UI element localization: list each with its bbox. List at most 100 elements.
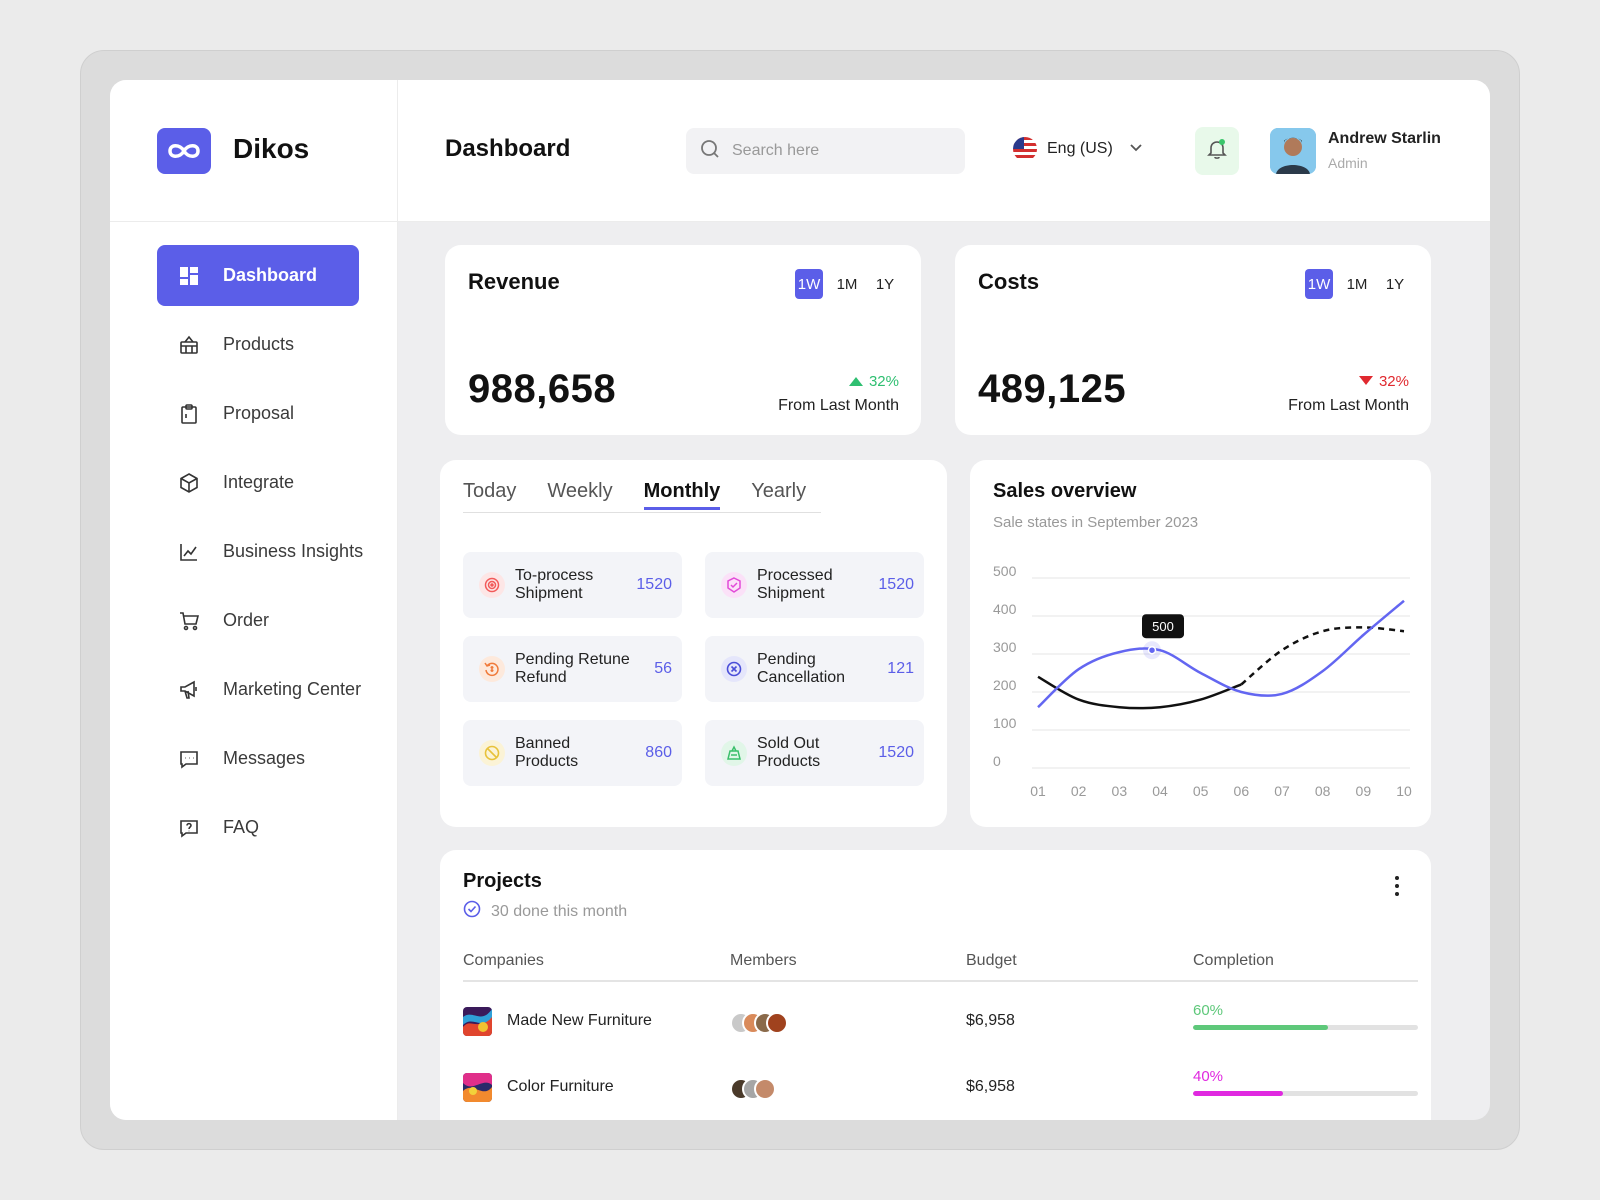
tile-label-line: Sold Out: [757, 735, 820, 752]
sidebar-item-integrate[interactable]: Integrate: [157, 452, 377, 513]
sidebar: Dikos Dashboard Products Proposal Integr…: [110, 80, 398, 1120]
tabs-divider: [463, 512, 821, 513]
range-1y-button[interactable]: 1Y: [1381, 269, 1409, 299]
series-line-black-dashed: [1240, 626, 1405, 686]
projects-subtitle: 30 done this month: [491, 902, 628, 920]
progress-fill: [1193, 1025, 1328, 1030]
table-row[interactable]: Made New Furniture $6,958 60%: [463, 1002, 1418, 1042]
tile-to-process-shipment[interactable]: To-process Shipment 1520: [463, 552, 682, 618]
app-window: Dikos Dashboard Products Proposal Integr…: [110, 80, 1490, 1120]
tile-banned-products[interactable]: Banned Products 860: [463, 720, 682, 786]
progress-bar: [1193, 1091, 1418, 1096]
costs-value: 489,125: [978, 367, 1127, 411]
sidebar-item-label: FAQ: [223, 817, 260, 837]
order-status-tiles: To-process Shipment 1520 Processed Shipmen…: [463, 552, 924, 786]
sidebar-item-dashboard[interactable]: Dashboard: [157, 245, 359, 306]
sales-overview-card: Sales overview Sale states in September …: [970, 460, 1431, 827]
tab-monthly[interactable]: Monthly: [643, 480, 721, 510]
sidebar-item-order[interactable]: Order: [157, 590, 377, 651]
x-tick-label: 06: [1234, 783, 1250, 799]
megaphone-icon: [177, 678, 201, 702]
column-header-companies[interactable]: Companies: [463, 952, 544, 970]
projects-card: Projects 30 done this month Companies Me…: [440, 850, 1431, 1120]
highlight-point: [1147, 645, 1157, 655]
y-tick-label: 100: [993, 715, 1017, 731]
tile-processed-shipment[interactable]: Processed Shipment 1520: [705, 552, 924, 618]
sidebar-item-proposal[interactable]: Proposal: [157, 383, 377, 444]
range-1w-button[interactable]: 1W: [1305, 269, 1333, 299]
clipboard-icon: [177, 402, 201, 426]
range-1y-button[interactable]: 1Y: [871, 269, 899, 299]
range-1w-button[interactable]: 1W: [795, 269, 823, 299]
completion-percent: 60%: [1193, 1002, 1224, 1019]
notification-button[interactable]: [1195, 127, 1239, 175]
member-avatars: [730, 1078, 776, 1100]
avatar[interactable]: [1270, 128, 1316, 174]
question-icon: [177, 816, 201, 840]
cancel-icon: [721, 656, 747, 682]
projects-summary: 30 done this month: [463, 900, 627, 923]
tile-label-line: Cancellation: [757, 669, 846, 686]
tile-label-line: Pending: [757, 651, 816, 668]
dashboard-icon: [177, 264, 201, 288]
cart-icon: [177, 609, 201, 633]
sidebar-item-label: Products: [223, 334, 295, 354]
tab-today[interactable]: Today: [463, 480, 516, 510]
costs-change: 32%: [1358, 373, 1409, 390]
revenue-value: 988,658: [468, 367, 617, 411]
sidebar-item-label: Integrate: [223, 472, 295, 492]
sidebar-item-marketing-center[interactable]: Marketing Center: [157, 659, 377, 720]
more-options-icon[interactable]: [1391, 874, 1403, 898]
bell-icon: [1206, 138, 1228, 165]
line-chart-icon: [177, 540, 201, 564]
company-name: Made New Furniture: [507, 1012, 652, 1029]
tile-value: 860: [645, 744, 672, 761]
costs-title: Costs: [978, 269, 1040, 294]
company-name: Color Furniture: [507, 1078, 614, 1095]
chevron-down-icon: [1129, 140, 1143, 159]
tile-label: Banned Products: [515, 735, 645, 771]
sidebar-item-business-insights[interactable]: Business Insights: [157, 521, 377, 582]
costs-range-selector: 1W 1M 1Y: [1305, 269, 1409, 299]
table-row[interactable]: Color Furniture $6,958 40%: [463, 1068, 1418, 1108]
tile-label: Processed Shipment: [757, 567, 878, 603]
refund-icon: [479, 656, 505, 682]
tile-pending-cancellation[interactable]: Pending Cancellation 121: [705, 636, 924, 702]
column-header-completion[interactable]: Completion: [1193, 952, 1274, 970]
sidebar-item-messages[interactable]: Messages: [157, 728, 377, 789]
infinity-logo-icon[interactable]: [157, 128, 211, 174]
member-avatars: [730, 1012, 788, 1034]
sidebar-item-faq[interactable]: FAQ: [157, 797, 377, 858]
tile-label-line: To-process: [515, 567, 594, 584]
language-label: Eng (US): [1047, 140, 1113, 157]
x-tick-label: 02: [1071, 783, 1087, 799]
tile-value: 56: [654, 660, 672, 677]
sidebar-nav: Dashboard Products Proposal Integrate Bu…: [157, 245, 377, 866]
x-tick-label: 03: [1112, 783, 1128, 799]
tile-pending-refund[interactable]: Pending Retune Refund 56: [463, 636, 682, 702]
tile-label-line: Refund: [515, 669, 567, 686]
tab-weekly[interactable]: Weekly: [547, 480, 612, 510]
language-selector[interactable]: Eng (US): [1013, 137, 1143, 161]
budget-value: $6,958: [966, 1078, 1015, 1095]
y-tick-label: 400: [993, 601, 1017, 617]
user-role: Admin: [1328, 155, 1368, 171]
range-1m-button[interactable]: 1M: [1343, 269, 1371, 299]
search-box[interactable]: [686, 128, 965, 174]
y-tick-label: 500: [993, 563, 1017, 579]
tile-label: Pending Retune Refund: [515, 651, 654, 687]
tab-yearly[interactable]: Yearly: [751, 480, 806, 510]
tile-sold-out-products[interactable]: Sold Out Products 1520: [705, 720, 924, 786]
trend-down-icon: [1358, 373, 1373, 390]
tooltip-label: 500: [1152, 619, 1174, 634]
column-header-budget[interactable]: Budget: [966, 952, 1017, 970]
range-1m-button[interactable]: 1M: [833, 269, 861, 299]
tile-value: 1520: [878, 576, 914, 593]
sidebar-item-products[interactable]: Products: [157, 314, 377, 375]
revenue-range-selector: 1W 1M 1Y: [795, 269, 899, 299]
search-input[interactable]: [732, 142, 952, 160]
column-header-members[interactable]: Members: [730, 952, 797, 970]
banned-icon: [479, 740, 505, 766]
sales-line-chart: 500 400 300 200 100 0 01 02 03 04 05 06 07 08 09 10 500: [993, 563, 1412, 799]
budget-value: $6,958: [966, 1012, 1015, 1029]
